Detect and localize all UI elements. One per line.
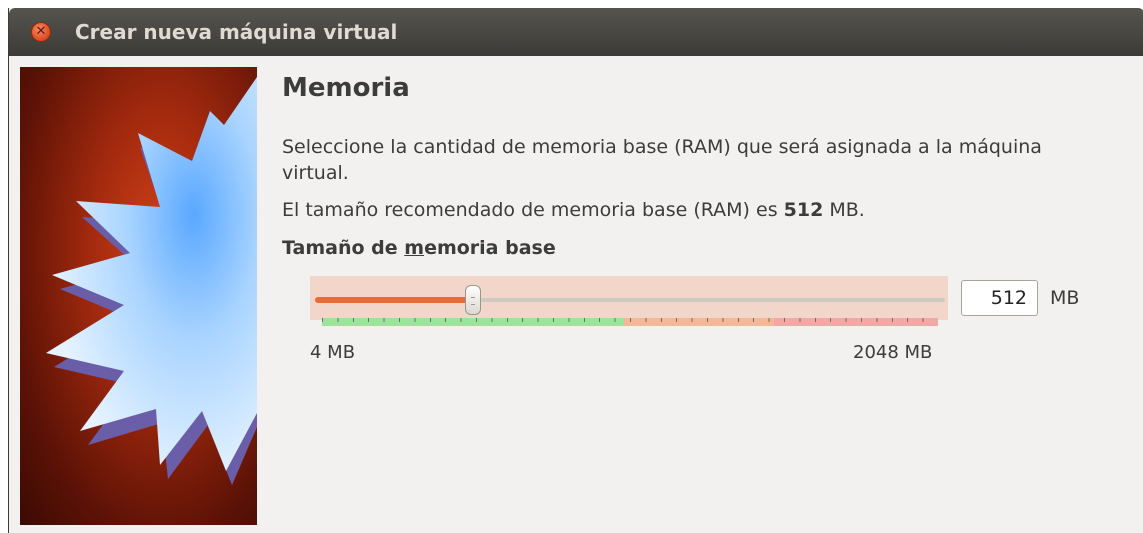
memory-size-input[interactable] [961, 280, 1038, 316]
page-title: Memoria [282, 73, 410, 103]
slider-ticks [322, 318, 938, 322]
slider-fill [315, 297, 473, 303]
window-title: Crear nueva máquina virtual [75, 20, 398, 44]
slider-max-label: 2048 MB [853, 342, 933, 363]
recommended-prefix: El tamaño recomendado de memoria base (R… [282, 199, 784, 221]
recommended-text: El tamaño recomendado de memoria base (R… [282, 197, 865, 223]
memory-size-label: Tamaño de memoria base [282, 237, 556, 259]
label-part: Tamaño de [282, 237, 405, 259]
title-bar: ✕ Crear nueva máquina virtual [9, 8, 1143, 56]
close-button[interactable]: ✕ [31, 22, 51, 42]
recommended-value: 512 [783, 199, 824, 221]
close-icon: ✕ [35, 24, 47, 39]
slider-handle[interactable] [464, 285, 481, 315]
recommended-suffix: MB. [823, 199, 865, 221]
label-mnemonic: m [404, 237, 425, 259]
description-text: Seleccione la cantidad de memoria base (… [282, 136, 1042, 184]
virtualbox-star-art [20, 67, 257, 525]
label-part: emoria base [424, 237, 556, 259]
memory-unit-label: MB [1050, 287, 1080, 309]
slider-min-label: 4 MB [310, 342, 356, 363]
